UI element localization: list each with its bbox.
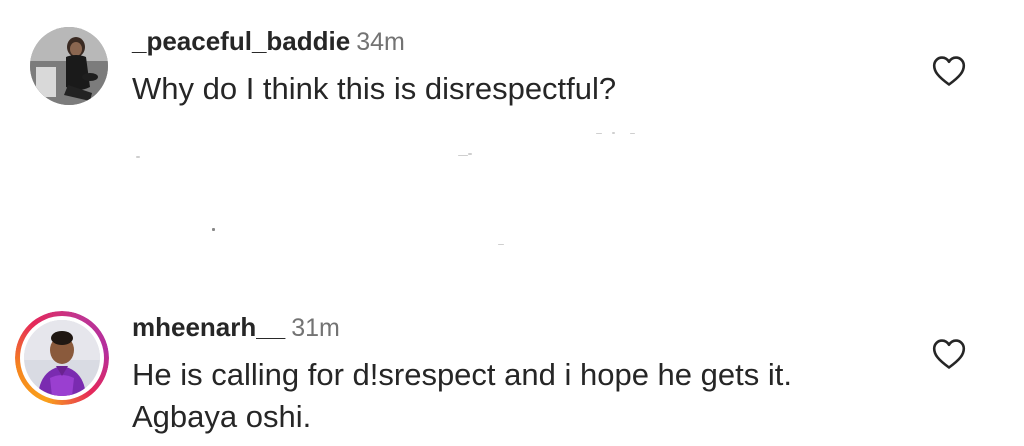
avatar-photo: [30, 27, 108, 105]
artifact-speck: [212, 228, 215, 231]
avatar-photo: [24, 320, 100, 396]
comment-text: He is calling for d!srespect and i hope …: [132, 357, 792, 434]
avatar[interactable]: [30, 27, 108, 105]
artifact-speck: [498, 244, 504, 245]
artifact-speck: [612, 132, 615, 134]
comment-header: mheenarh__ 31m: [132, 312, 340, 343]
artifact-speck: [468, 153, 472, 155]
artifact-speck: [136, 156, 140, 158]
artifact-speck: [596, 133, 602, 134]
avatar-story-ring[interactable]: [15, 311, 109, 405]
heart-outline-icon[interactable]: [932, 55, 966, 87]
comment-time: 34m: [356, 28, 405, 56]
comment-username[interactable]: _peaceful_baddie: [132, 26, 350, 56]
comment-time: 31m: [291, 314, 340, 342]
avatar: [24, 320, 100, 396]
comment-text: Why do I think this is disrespectful?: [132, 71, 617, 106]
heart-outline-icon[interactable]: [932, 338, 966, 370]
artifact-speck: [630, 133, 635, 134]
comment-username[interactable]: mheenarh__: [132, 312, 285, 342]
comment-header: _peaceful_baddie 34m: [132, 26, 405, 57]
comment-item: mheenarh__ 31m He is calling for d!srespe…: [0, 300, 1024, 446]
comment-item: _peaceful_baddie 34m Why do I think this …: [0, 0, 1024, 300]
artifact-speck: [458, 155, 468, 156]
